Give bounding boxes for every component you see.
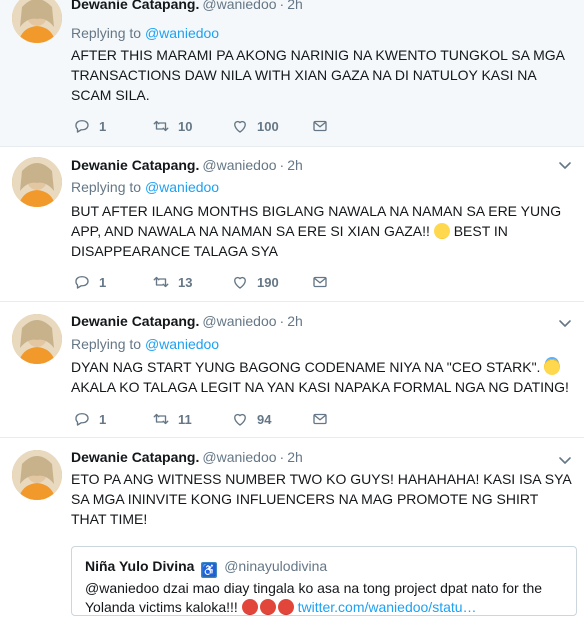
reply-button[interactable]: 1	[73, 273, 106, 291]
tweet-4[interactable]: Dewanie Catapang. @waniedoo · 2h ETO PA ANG…	[0, 438, 584, 619]
display-name[interactable]: Dewanie Catapang.	[71, 0, 199, 12]
replying-to: Replying to @waniedoo	[71, 178, 219, 196]
tweet-1[interactable]: Dewanie Catapang. @waniedoo · 2h Replying t…	[0, 0, 584, 147]
timestamp[interactable]: 2h	[287, 313, 303, 329]
dm-icon	[313, 276, 327, 288]
replying-to-handle[interactable]: @waniedoo	[145, 336, 219, 352]
tweet-header: Dewanie Catapang. @waniedoo · 2h	[71, 448, 303, 466]
display-name[interactable]: Dewanie Catapang.	[71, 157, 199, 173]
tweet-3[interactable]: Dewanie Catapang. @waniedoo · 2h Replying t…	[0, 302, 584, 438]
like-icon	[234, 120, 246, 133]
tweet-2[interactable]: Dewanie Catapang. @waniedoo · 2h Replying t…	[0, 147, 584, 302]
retweet-icon	[153, 120, 169, 132]
tweet-header: Dewanie Catapang. @waniedoo · 2h	[71, 312, 303, 330]
like-button[interactable]: 190	[231, 273, 279, 291]
dm-icon	[313, 120, 327, 132]
user-handle[interactable]: @waniedoo	[202, 449, 276, 465]
timestamp[interactable]: 2h	[287, 449, 303, 465]
retweet-icon	[153, 276, 169, 288]
chevron-down-icon[interactable]	[558, 158, 572, 172]
avatar[interactable]	[12, 157, 62, 207]
tweet-header: Dewanie Catapang. @waniedoo · 2h	[71, 156, 303, 174]
grinning-sweat-emoji	[433, 223, 450, 239]
tweet-text: AFTER THIS MARAMI PA AKONG NARINIG NA KW…	[71, 47, 565, 103]
reply-count: 1	[99, 411, 107, 427]
like-count: 190	[257, 274, 279, 290]
angry-face-emoji	[241, 599, 258, 615]
dm-icon	[313, 413, 327, 425]
quoted-user-handle: @ninayulodivina	[224, 558, 328, 574]
replying-to-handle[interactable]: @waniedoo	[145, 179, 219, 195]
direct-message-button[interactable]	[311, 117, 329, 135]
like-count: 100	[257, 118, 279, 134]
tweet-text-part-1: DYAN NAG START YUNG BAGONG CODENAME NIYA…	[71, 359, 541, 375]
user-handle[interactable]: @waniedoo	[202, 313, 276, 329]
reply-button[interactable]: 1	[73, 410, 106, 428]
separator-dot: ·	[279, 157, 285, 173]
retweet-button[interactable]: 10	[152, 117, 192, 135]
quoted-tweet[interactable]: Niña Yulo Divina ♿ @ninayulodivina @wani…	[71, 546, 577, 616]
replying-to-handle[interactable]: @waniedoo	[145, 25, 219, 41]
separator-dot: ·	[279, 0, 285, 12]
like-button[interactable]: 94	[231, 410, 271, 428]
replying-to-label: Replying to	[71, 336, 142, 352]
quoted-display-name: Niña Yulo Divina	[85, 558, 195, 574]
retweet-count: 11	[178, 411, 192, 427]
like-count: 94	[257, 411, 272, 427]
like-icon	[234, 413, 246, 426]
reply-icon	[75, 276, 89, 289]
separator-dot: ·	[279, 449, 285, 465]
avatar[interactable]	[12, 0, 62, 43]
display-name[interactable]: Dewanie Catapang.	[71, 313, 199, 329]
separator-dot: ·	[279, 313, 285, 329]
retweet-button[interactable]: 11	[152, 410, 192, 428]
retweet-count: 13	[178, 274, 193, 290]
avatar[interactable]	[12, 314, 62, 364]
tweet-text: DYAN NAG START YUNG BAGONG CODENAME NIYA…	[71, 357, 571, 397]
chevron-down-icon[interactable]	[558, 316, 572, 330]
timestamp[interactable]: 2h	[287, 157, 303, 173]
quoted-tweet-header: Niña Yulo Divina ♿ @ninayulodivina	[85, 557, 327, 578]
timestamp[interactable]: 2h	[287, 0, 303, 12]
angry-face-emoji	[277, 599, 294, 615]
accessibility-icon: ♿	[201, 562, 218, 578]
avatar[interactable]	[12, 450, 62, 500]
direct-message-button[interactable]	[311, 410, 329, 428]
retweet-icon	[153, 413, 169, 425]
reply-icon	[75, 413, 89, 426]
direct-message-button[interactable]	[311, 273, 329, 291]
halo-smile-emoji	[544, 359, 561, 375]
tweet-header: Dewanie Catapang. @waniedoo · 2h	[71, 0, 303, 13]
replying-to-label: Replying to	[71, 25, 142, 41]
replying-to-label: Replying to	[71, 179, 142, 195]
replying-to: Replying to @waniedoo	[71, 24, 219, 42]
like-button[interactable]: 100	[231, 117, 279, 135]
reply-count: 1	[99, 118, 107, 134]
user-handle[interactable]: @waniedoo	[202, 157, 276, 173]
quoted-tweet-link[interactable]: twitter.com/waniedoo/statu…	[298, 599, 477, 615]
display-name[interactable]: Dewanie Catapang.	[71, 449, 199, 465]
reply-icon	[75, 120, 89, 133]
chevron-down-icon[interactable]	[558, 453, 572, 467]
retweet-button[interactable]: 13	[152, 273, 192, 291]
retweet-count: 10	[178, 118, 193, 134]
reply-count: 1	[99, 274, 107, 290]
reply-button[interactable]: 1	[73, 117, 106, 135]
user-handle[interactable]: @waniedoo	[202, 0, 276, 12]
tweet-text-part-2: AKALA KO TALAGA LEGIT NA YAN KASI NAPAKA…	[71, 379, 569, 395]
tweet-text: ETO PA ANG WITNESS NUMBER TWO KO GUYS! H…	[71, 471, 571, 527]
tweet-text: BUT AFTER ILANG MONTHS BIGLANG NAWALA NA…	[71, 201, 571, 261]
like-icon	[234, 276, 246, 289]
replying-to: Replying to @waniedoo	[71, 335, 219, 353]
quoted-tweet-text: @waniedoo dzai mao diay tingala ko asa n…	[85, 579, 565, 617]
angry-face-emoji	[259, 599, 276, 615]
